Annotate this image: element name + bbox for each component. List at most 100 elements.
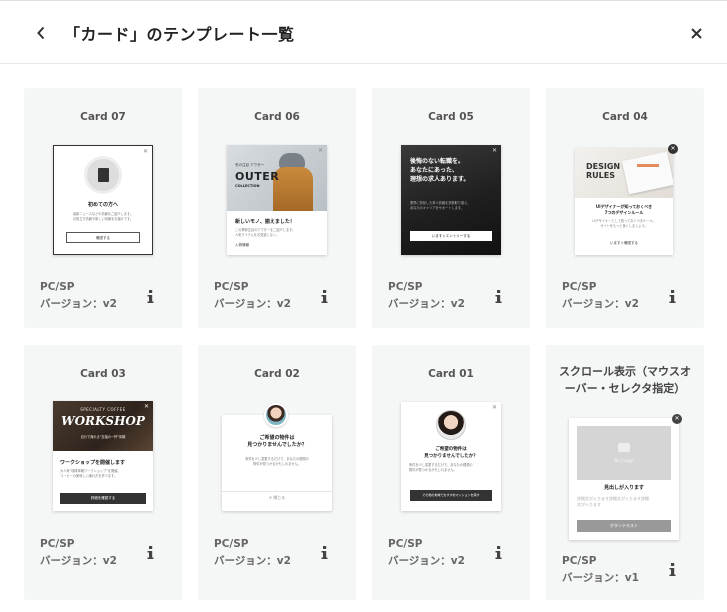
preview-heading: UIデザイナーが知っておくべき 7つのデザインルール	[595, 204, 653, 215]
preview-body: 最新ニュースなどの情報をご紹介します。 お役立ち情報や新しい情報をお届けです。	[72, 212, 134, 221]
preview-button: 確認する	[66, 232, 140, 243]
chevron-left-icon	[37, 26, 45, 40]
preview-button: その他の地域でおすすめマンションを探す	[410, 490, 492, 501]
preview-image-label: No image	[614, 458, 634, 463]
info-icon	[147, 546, 154, 559]
info-button[interactable]	[666, 561, 680, 579]
preview-body: UIデザイナーとして知っておくべきルール。 サイトをもっと良くしましょう。	[592, 219, 656, 228]
modal-header: 「カード」のテンプレート一覧	[0, 0, 727, 64]
avatar	[264, 403, 288, 427]
template-card-02[interactable]: Card 02 ご希望の物件は 見つかりませんでしたか？ 条件を少し変更するだけ…	[198, 345, 356, 600]
close-icon: ✕	[317, 147, 323, 154]
preview-button: 詳細を確認する	[60, 493, 146, 504]
template-card-01[interactable]: Card 01 ✕ ご希望の物件は 見つかりませんでしたか？ 条件を少し変更する…	[372, 345, 530, 600]
template-card-05[interactable]: Card 05 ✕ 後悔のない転職を。 あなたにあった、 理想の求人あります。 …	[372, 88, 530, 328]
page-title: 「カード」のテンプレート一覧	[64, 25, 295, 44]
close-icon: ✕	[491, 404, 497, 411]
preview-headline: 後悔のない転職を。 あなたにあった、 理想の求人あります。	[410, 158, 470, 183]
card-title: Card 07	[80, 111, 126, 123]
info-icon	[669, 563, 676, 576]
preview-icon-circle	[84, 156, 122, 194]
card-thumbnail: ご希望の物件は 見つかりませんでしたか？ 条件を少し変更するだけで、あなたの理想…	[222, 403, 332, 511]
template-card-scroll-display[interactable]: スクロール表示（マウスオーバー・セレクタ指定） ✕ No image 見出しが入…	[546, 345, 704, 600]
preview-heading: ご希望の物件は 見つかりませんでしたか？	[424, 447, 478, 459]
card-device: PC/SP	[388, 538, 423, 550]
preview-body: この季節注目のアウターをご紹介します。 人気アイテムをお見逃しなく。	[235, 228, 296, 237]
template-card-07[interactable]: Card 07 ✕ 初めての方へ 最新ニュースなどの情報をご紹介します。 お役立…	[24, 88, 182, 328]
card-version: バージョン：v2	[40, 298, 117, 310]
card-version: バージョン：v2	[40, 555, 117, 567]
card-version: バージョン：v2	[388, 555, 465, 567]
info-button[interactable]	[144, 544, 158, 562]
preview-heading: 見出しが入ります	[603, 485, 644, 491]
camera-icon	[618, 443, 630, 452]
card-thumbnail: ✕ No image 見出しが入ります 詳細文が入ります詳細文が入ります詳細 文…	[569, 414, 682, 540]
preview-brand: WORKSHOP	[61, 414, 145, 428]
preview-link-label: 閉じる	[273, 495, 286, 500]
close-icon: ✕	[491, 147, 497, 154]
card-title: Card 05	[428, 111, 474, 123]
info-icon	[321, 546, 328, 559]
info-button[interactable]	[492, 288, 506, 306]
info-icon	[147, 290, 154, 303]
card-device: PC/SP	[40, 281, 75, 293]
preview-button: いますぐエントリーする	[410, 231, 492, 241]
info-icon	[495, 290, 502, 303]
preview-brand-sub: COLLECTION	[235, 184, 260, 188]
card-version: バージョン：v2	[214, 555, 291, 567]
card-version: バージョン：v1	[562, 572, 639, 584]
close-button[interactable]	[685, 21, 707, 45]
preview-body: 大人気“珈琲体験ワークショップ”を開催。 コーヒーの美味しい淹れ方を学べます。	[60, 469, 121, 478]
info-button[interactable]	[318, 544, 332, 562]
card-device: PC/SP	[562, 281, 597, 293]
preview-banner-sub: 自分で淹れる“至福の一杯”体験	[80, 435, 126, 439]
info-button[interactable]	[144, 288, 158, 306]
card-version: バージョン：v2	[388, 298, 465, 310]
preview-link: いますぐ確認する	[610, 241, 638, 245]
info-button[interactable]	[666, 288, 680, 306]
preview-divider	[222, 491, 332, 492]
card-thumbnail: ✕ DESIGN RULES UIデザイナーが知っておくべき 7つのデザインルー…	[575, 144, 678, 255]
card-title: Card 02	[254, 368, 300, 380]
preview-link: 入荷情報	[235, 243, 249, 247]
preview-body: 業界に特化した求人情報を多数取り揃え、 あなたのキャリアをサポートします。	[410, 201, 471, 210]
preview-link: ✕ 閉じる	[268, 495, 286, 500]
preview-brand: OUTER	[235, 170, 280, 183]
close-badge-icon: ✕	[672, 414, 682, 424]
info-icon	[495, 546, 502, 559]
close-icon	[690, 27, 702, 39]
avatar	[436, 410, 466, 440]
card-thumbnail: ✕ 初めての方へ 最新ニュースなどの情報をご紹介します。 お役立ち情報や新しい情…	[53, 145, 153, 255]
template-card-03[interactable]: Card 03 ✕ SPECIALTY COFFEE WORKSHOP 自分で淹…	[24, 345, 182, 600]
card-device: PC/SP	[388, 281, 423, 293]
info-button[interactable]	[318, 288, 332, 306]
close-badge-icon: ✕	[668, 144, 678, 154]
preview-brand-small: SPECIALTY COFFEE	[80, 407, 126, 412]
preview-heading: 新しいモノ、揃えました！	[235, 219, 295, 225]
close-icon: ✕	[142, 148, 148, 155]
card-version: バージョン：v2	[214, 298, 291, 310]
preview-heading: ワークショップを開催します	[60, 460, 126, 466]
card-title: スクロール表示（マウスオーバー・セレクタ指定）	[559, 365, 691, 395]
template-card-04[interactable]: Card 04 ✕ DESIGN RULES UIデザイナーが知っておくべき 7…	[546, 88, 704, 328]
template-card-06[interactable]: Card 06 ✕ 冬の注目 アウター OUTER COLLECTION 新しい…	[198, 88, 356, 328]
card-thumbnail: ✕ 後悔のない転職を。 あなたにあった、 理想の求人あります。 業界に特化した求…	[401, 145, 501, 255]
info-icon	[669, 290, 676, 303]
card-version: バージョン：v2	[562, 298, 639, 310]
preview-image-placeholder: No image	[577, 426, 671, 480]
preview-brand-small: 冬の注目 アウター	[235, 163, 265, 167]
card-thumbnail: ✕ 冬の注目 アウター OUTER COLLECTION 新しいモノ、揃えました…	[227, 145, 327, 255]
card-device: PC/SP	[214, 281, 249, 293]
card-title: Card 04	[602, 111, 648, 123]
card-thumbnail: ✕ SPECIALTY COFFEE WORKSHOP 自分で淹れる“至福の一杯…	[53, 401, 153, 511]
preview-heading: ご希望の物件は 見つかりませんでしたか？	[247, 435, 307, 448]
card-device: PC/SP	[40, 538, 75, 550]
card-title: Card 01	[428, 368, 474, 380]
info-icon	[321, 290, 328, 303]
card-title: Card 03	[80, 368, 126, 380]
back-button[interactable]	[30, 21, 52, 45]
preview-body: 条件を少し変更するだけで、あなたの理想の 物件が見つかるかもしれません。	[409, 463, 473, 472]
preview-body: 条件を少し変更するだけで、あなたの理想の 物件が見つかるかもしれません。	[245, 457, 309, 466]
info-button[interactable]	[492, 544, 506, 562]
card-device: PC/SP	[214, 538, 249, 550]
